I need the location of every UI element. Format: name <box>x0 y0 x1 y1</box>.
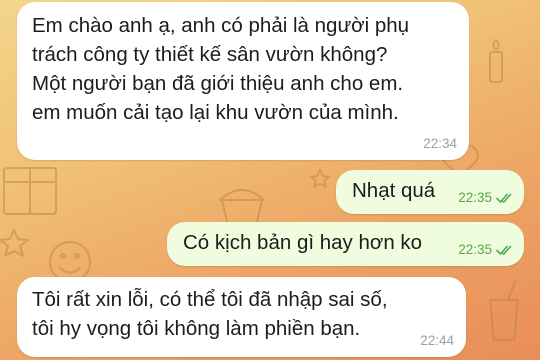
message-text: Em chào anh ạ, anh có phải là người phụ … <box>32 14 410 124</box>
outgoing-message-bubble[interactable]: Nhạt quá 22:35 <box>336 170 524 214</box>
message-timestamp: 22:35 <box>458 242 514 258</box>
incoming-message-bubble[interactable]: Tôi rất xin lỗi, có thể tôi đã nhập sai … <box>17 277 466 357</box>
message-timestamp: 22:34 <box>423 136 457 151</box>
double-check-icon <box>496 192 514 204</box>
incoming-message-bubble[interactable]: Em chào anh ạ, anh có phải là người phụ … <box>17 2 469 160</box>
message-timestamp: 22:44 <box>420 333 454 348</box>
outgoing-message-bubble[interactable]: Có kịch bản gì hay hơn ko 22:35 <box>167 222 524 266</box>
message-timestamp: 22:35 <box>458 190 514 206</box>
double-check-icon <box>496 244 514 256</box>
chat-message-list: Em chào anh ạ, anh có phải là người phụ … <box>0 0 540 360</box>
message-text: Tôi rất xin lỗi, có thể tôi đã nhập sai … <box>32 288 388 340</box>
